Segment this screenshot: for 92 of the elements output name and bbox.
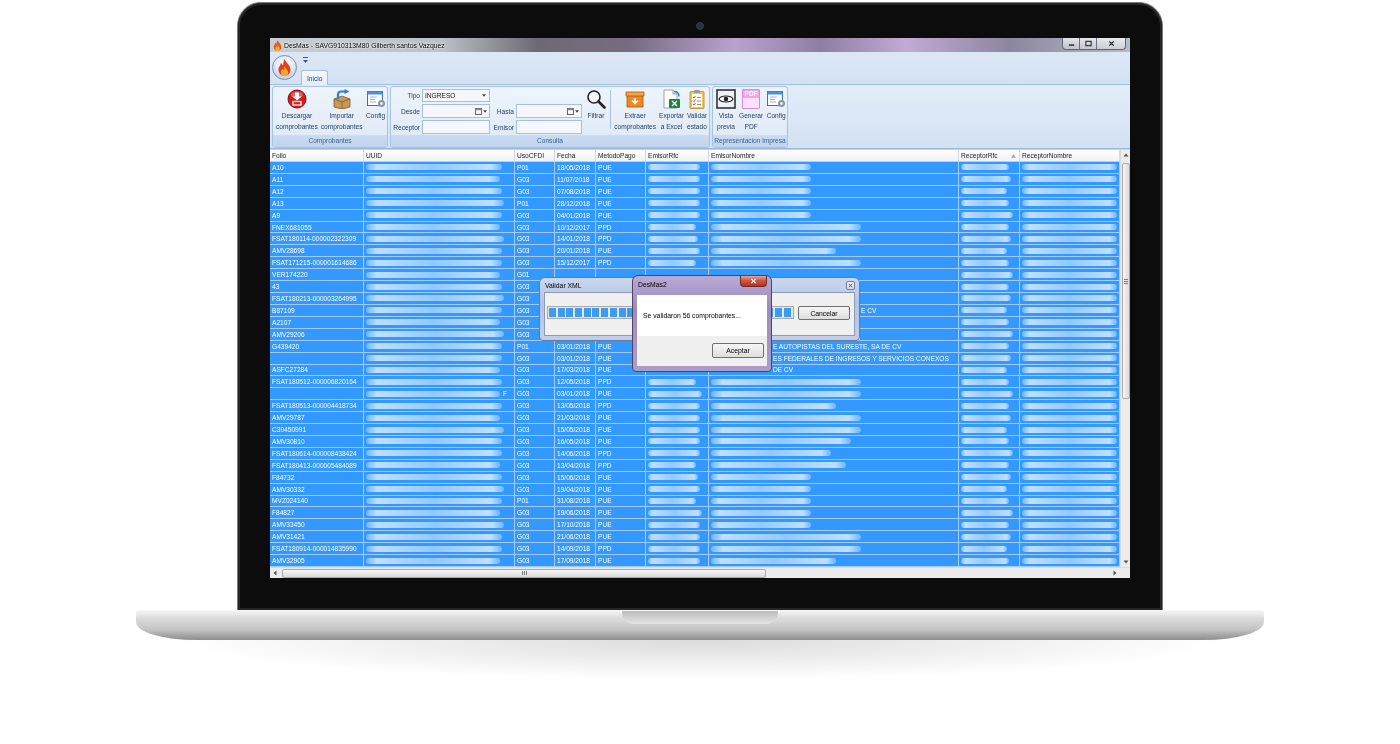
blurred-text [648,509,702,516]
blurred-text [961,247,1007,254]
text-field[interactable] [422,120,490,134]
blurred-text [961,188,1007,195]
maximize-button[interactable] [1080,38,1097,49]
blurred-text [961,557,1009,564]
blurred-text [961,426,1007,433]
blurred-text [961,521,1009,528]
blurred-text [961,533,1011,540]
minimize-button[interactable] [1063,38,1080,49]
scrollbar-thumb[interactable] [1121,163,1130,399]
app-menu-button[interactable] [272,55,297,80]
blurred-text [648,462,696,469]
blurred-text [961,319,1009,326]
vertical-scrollbar[interactable] [1120,150,1130,567]
blurred-text [648,235,698,242]
download-icon[interactable] [286,89,307,109]
blurred-text [961,212,1013,219]
date-field[interactable] [516,104,582,118]
blurred-text [648,247,700,254]
blurred-text [961,164,1009,171]
blurred-text [648,497,696,504]
blurred-text [648,533,700,540]
blurred-text [648,474,698,481]
blurred-text [648,212,700,219]
blurred-text [961,438,1009,445]
blurred-text [961,331,1013,338]
text-field[interactable] [516,120,582,134]
blurred-text [961,486,1007,493]
maximize-icon[interactable] [1084,40,1092,47]
settings-icon[interactable] [365,89,386,109]
blurred-text [961,390,1013,397]
blurred-text [961,450,1013,457]
blurred-text [648,545,700,552]
blurred-text [961,259,1009,266]
blurred-text [648,200,700,207]
blurred-text [961,176,1011,183]
close-icon[interactable] [1107,40,1115,47]
blurred-text [961,271,1013,278]
webcam-icon [696,22,704,30]
close-button[interactable] [740,276,767,287]
blurred-text [648,176,700,183]
blurred-text [961,307,1007,314]
blurred-text [648,438,700,445]
calendar-icon[interactable] [475,107,482,115]
blurred-text [961,235,1011,242]
calendar-icon[interactable] [567,107,574,115]
caret-icon[interactable] [483,109,487,113]
blurred-text [961,545,1007,552]
blurred-text [648,188,700,195]
blurred-text [648,259,696,266]
blurred-text [961,474,1011,481]
blurred-text [648,450,700,457]
blurred-text [961,343,1009,350]
blurred-text [961,295,1011,302]
blurred-text [648,378,696,385]
horizontal-scrollbar[interactable] [270,567,1130,578]
scrollbar-thumb[interactable] [282,568,766,578]
blurred-text [961,378,1009,385]
blurred-text [961,355,1011,362]
clipboard-checklist-icon[interactable] [686,89,707,109]
blurred-text [648,557,700,564]
eye-icon[interactable] [716,89,736,109]
blurred-text [648,164,700,171]
blurred-text [648,414,700,421]
date-field[interactable] [422,104,490,118]
flame-icon[interactable] [277,59,292,76]
caret-icon[interactable] [482,94,486,97]
settings-icon[interactable] [766,89,787,109]
close-button[interactable] [1097,38,1125,49]
blurred-text [961,462,1009,469]
blurred-text [648,390,702,397]
flame-icon [273,39,282,51]
blurred-text [648,426,700,433]
blurred-text [961,509,1013,516]
caret-icon[interactable] [575,109,579,113]
blurred-text [961,366,1007,373]
blurred-text [648,521,700,528]
caret-icon[interactable] [303,57,308,64]
box-arrow-icon[interactable] [331,89,352,109]
blurred-text [648,224,696,230]
blurred-text [961,414,1011,421]
box-arrow-icon[interactable] [625,89,646,109]
spreadsheet-icon[interactable] [661,89,682,109]
blurred-text [648,486,700,493]
blurred-text [961,200,1009,207]
blurred-text [961,224,1009,230]
search-icon[interactable] [586,89,606,109]
blurred-text [648,402,700,409]
blurred-text [961,402,1009,409]
blurred-text [961,283,1009,290]
blurred-text [961,497,1009,504]
